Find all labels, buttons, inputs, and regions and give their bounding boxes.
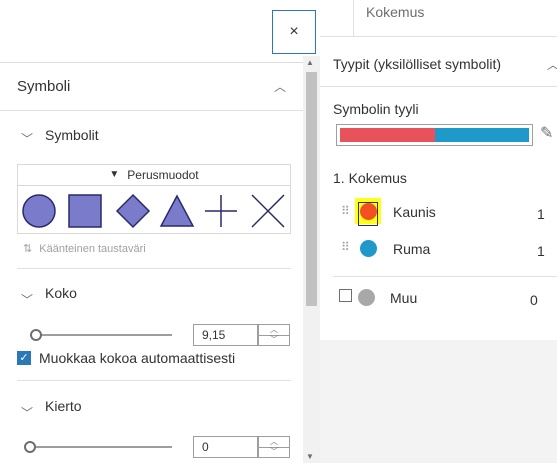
triangle-shape[interactable] [159,194,195,227]
other-symbol[interactable] [358,289,375,306]
shape-category-label: Perusmuodot [127,167,199,182]
category-count: 1 [537,243,545,259]
symbols-subsection[interactable]: Symbolit [45,127,99,143]
rotation-stepper[interactable]: ︿ ﹀ [258,436,290,458]
types-section-title: Tyypit (yksilölliset symbolit) [333,56,502,72]
divider [333,276,557,277]
size-slider-handle[interactable] [30,329,42,341]
other-checkbox[interactable] [339,289,352,302]
pencil-icon[interactable]: ✎ [540,123,553,143]
divider [0,110,303,111]
shape-category-dropdown[interactable]: ▼ Perusmuodot [17,164,291,186]
size-stepper[interactable]: ︿ ﹀ [258,324,290,346]
color-ramp-segment-red [340,128,435,142]
caret-down-icon: ▼ [109,169,120,180]
drag-handle-icon[interactable]: ⠿ [341,204,350,218]
chevron-down-icon[interactable]: ﹀ [21,130,33,147]
shape-row [22,193,285,229]
circle-shape[interactable] [22,194,56,228]
chevron-down-icon[interactable]: ﹀ [21,291,33,308]
divider [320,86,557,87]
divider [320,36,557,37]
drag-handle-icon[interactable]: ⠿ [341,240,350,254]
other-label: Muu [390,290,418,306]
square-shape[interactable] [68,194,102,228]
stepper-down-icon[interactable]: ﹀ [259,447,289,457]
inverse-background-toggle[interactable]: ⇅ Käänteinen taustaväri [23,242,146,255]
chevron-up-icon[interactable]: ︿ [547,56,557,73]
plus-shape[interactable] [205,195,237,227]
rotation-input[interactable]: 0 [193,436,258,458]
divider [17,380,291,381]
divider [353,0,354,36]
symbol-section-title: Symboli [17,78,71,95]
close-button[interactable]: × [272,10,316,54]
rotation-subsection[interactable]: Kierto [45,398,82,414]
kaunis-symbol[interactable] [360,203,377,220]
swap-vertical-icon: ⇅ [23,243,33,255]
field-label: 1. Kokemus [333,170,407,186]
scrollbar-thumb[interactable] [306,72,317,306]
diamond-shape[interactable] [115,193,151,229]
scroll-down-icon[interactable]: ▼ [306,452,314,461]
chevron-up-icon[interactable]: ︿ [274,78,286,95]
chevron-down-icon[interactable]: ﹀ [21,404,33,421]
scroll-up-icon[interactable]: ▲ [306,58,314,67]
stepper-down-icon[interactable]: ﹀ [259,335,289,345]
category-label: Kaunis [393,204,436,220]
color-ramp-segment-blue [435,128,529,142]
rotation-slider-track[interactable] [30,446,172,448]
category-count: 1 [537,206,545,222]
cross-shape[interactable] [251,194,285,228]
symbol-style-label: Symbolin tyyli [333,101,419,117]
other-count: 0 [530,292,538,308]
auto-size-label: Muokkaa kokoa automaattisesti [39,350,236,366]
size-subsection[interactable]: Koko [45,285,77,301]
size-slider-track[interactable] [30,334,172,336]
rotation-slider-handle[interactable] [24,441,36,453]
ruma-symbol[interactable] [360,240,377,257]
auto-size-checkbox[interactable]: ✓ [17,351,31,365]
category-label: Ruma [393,241,431,257]
inverse-background-label: Käänteinen taustaväri [39,243,146,255]
field-name-cutoff: Kokemus [366,4,425,20]
divider [17,268,291,269]
size-input[interactable]: 9,15 [193,324,258,346]
